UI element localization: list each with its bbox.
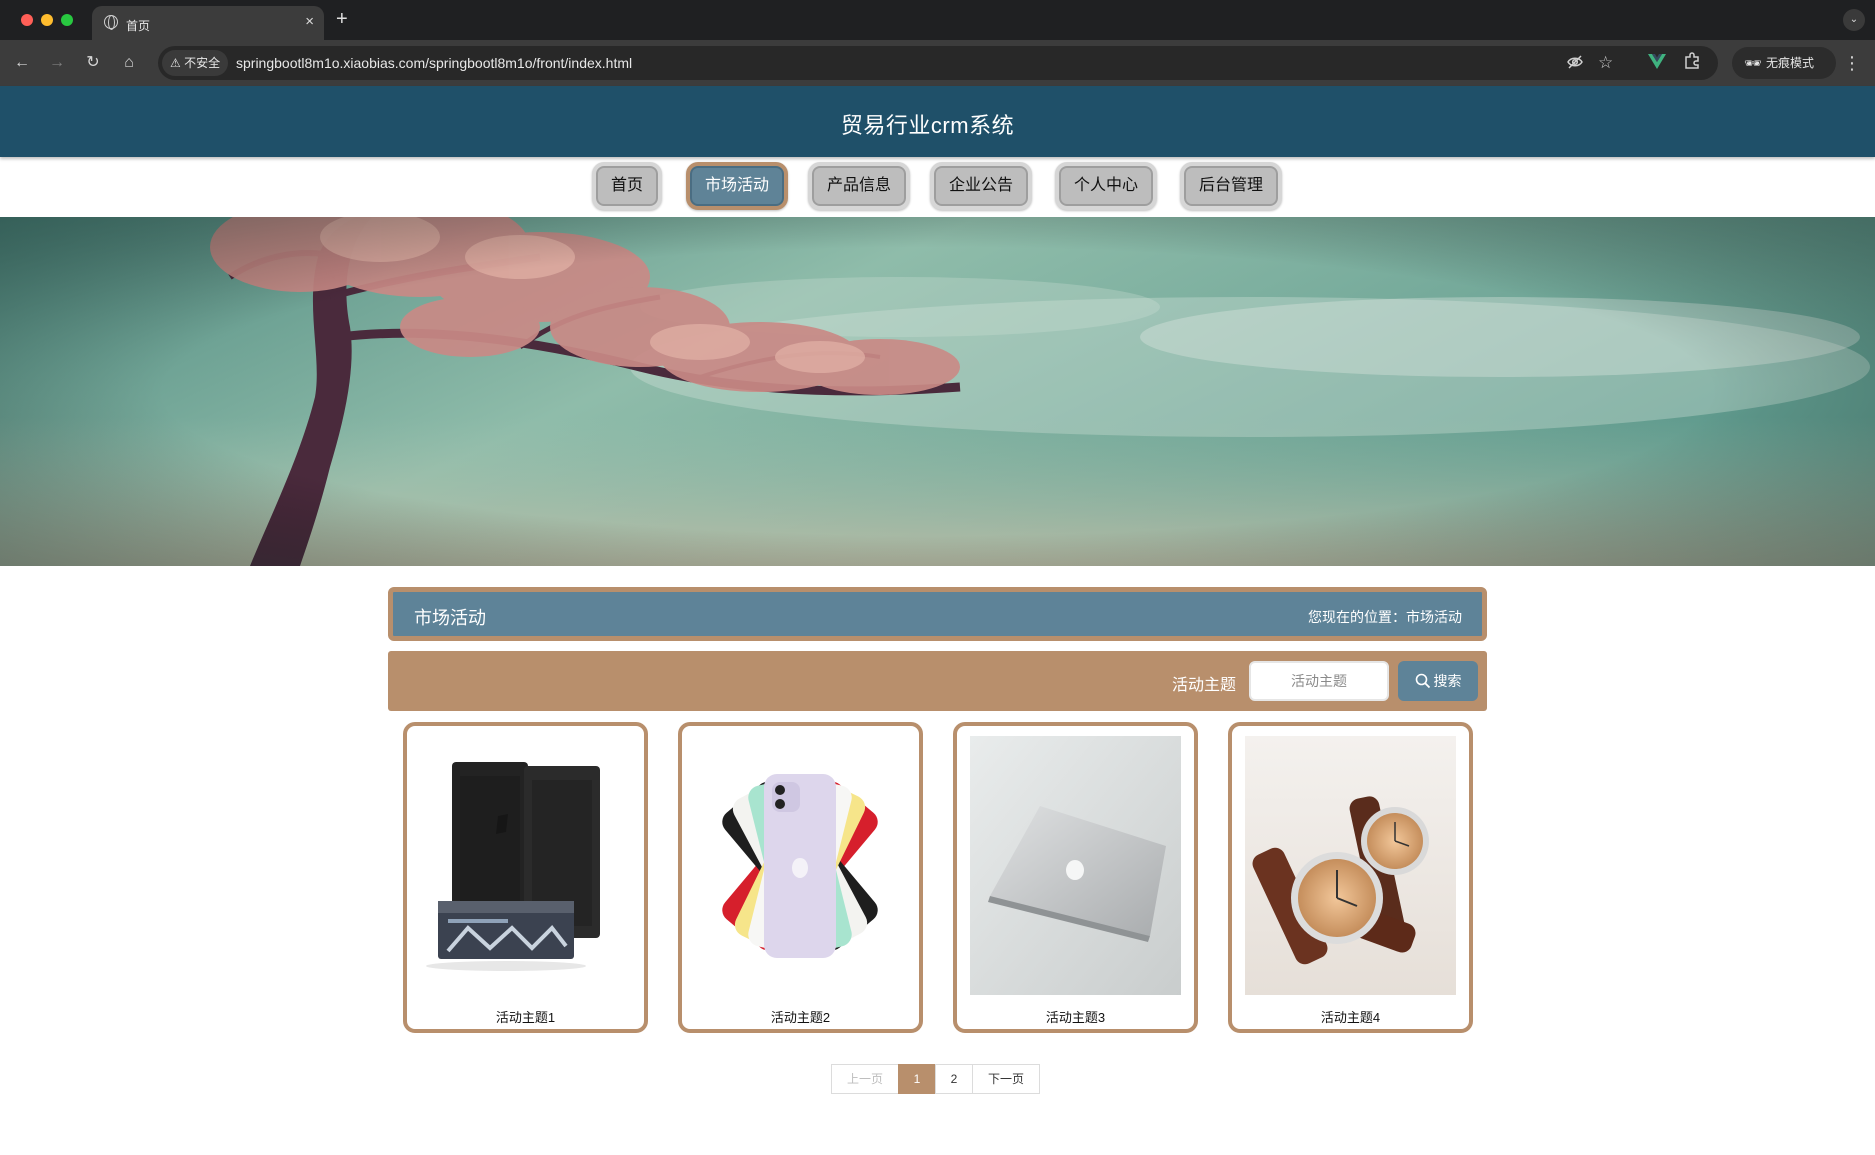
tab-close-icon[interactable]: × [305, 14, 314, 30]
nav-product-info[interactable]: 产品信息 [808, 162, 910, 210]
security-label: 不安全 [184, 56, 221, 70]
nav-admin[interactable]: 后台管理 [1180, 162, 1282, 210]
activity-card[interactable]: 活动主题3 [953, 722, 1198, 1033]
activity-card-title[interactable]: 活动主题3 [957, 1007, 1194, 1026]
incognito-indicator[interactable]: 🕶 无痕模式 [1732, 47, 1836, 79]
search-button[interactable]: 搜索 [1398, 661, 1478, 701]
hero-banner-image [0, 217, 1875, 566]
menu-icon[interactable]: ⋮ [1843, 52, 1861, 74]
address-bar[interactable]: ⚠ 不安全 springbootl8m1o.xiaobias.com/sprin… [158, 46, 1718, 80]
star-icon[interactable]: ☆ [1598, 53, 1613, 73]
security-chip[interactable]: ⚠ 不安全 [162, 50, 229, 76]
page-1-button[interactable]: 1 [898, 1064, 936, 1094]
incognito-label: 无痕模式 [1766, 56, 1815, 70]
macbook-photo[interactable] [970, 736, 1181, 995]
iphone-colors-photo[interactable] [695, 736, 906, 995]
tab-search-icon[interactable]: ⌄ [1843, 9, 1865, 31]
breadcrumb: 您现在的位置：市场活动 [1308, 609, 1462, 625]
activity-card[interactable]: 活动主题2 [678, 722, 923, 1033]
incognito-icon: 🕶 [1744, 55, 1762, 71]
tab-title: 首页 [126, 19, 151, 33]
pagination: 上一页 1 2 下一页 [831, 1064, 1040, 1094]
search-button-label: 搜索 [1433, 673, 1462, 689]
url-text[interactable]: springbootl8m1o.xiaobias.com/springbootl… [236, 55, 632, 71]
activity-card-title[interactable]: 活动主题2 [682, 1007, 919, 1026]
search-label: 活动主题 [1172, 677, 1237, 694]
page-2-button[interactable]: 2 [935, 1064, 973, 1094]
activity-card-title[interactable]: 活动主题4 [1232, 1007, 1469, 1026]
activity-card-title[interactable]: 活动主题1 [407, 1007, 644, 1026]
globe-icon [104, 15, 118, 30]
wristwatches-photo[interactable] [1245, 736, 1456, 995]
nav-personal-center[interactable]: 个人中心 [1055, 162, 1157, 210]
activity-card[interactable]: 活动主题1 [403, 722, 648, 1033]
browser-toolbar: ← → ↻ ⌂ ⚠ 不安全 springbootl8m1o.xiaobias.c… [0, 40, 1875, 86]
nav-home[interactable]: 首页 [592, 162, 662, 210]
section-header: 市场活动 您现在的位置：市场活动 [388, 587, 1487, 641]
prev-page-button[interactable]: 上一页 [831, 1064, 899, 1094]
home-icon[interactable]: ⌂ [118, 52, 140, 74]
reload-icon[interactable]: ↻ [82, 52, 104, 74]
forward-icon[interactable]: → [46, 52, 68, 74]
section-title: 市场活动 [414, 608, 486, 628]
extensions-icon[interactable] [1683, 52, 1701, 77]
search-bar: 活动主题 搜索 [388, 651, 1487, 711]
close-window-button[interactable] [21, 14, 33, 26]
speakers-amplifier-photo[interactable] [420, 736, 631, 995]
new-tab-button[interactable]: + [336, 8, 348, 30]
main-nav: 首页 市场活动 产品信息 企业公告 个人中心 后台管理 [0, 162, 1875, 212]
nav-market-activities[interactable]: 市场活动 [686, 162, 788, 210]
site-title: 贸易行业crm系统 [840, 113, 1015, 138]
eye-off-icon[interactable] [1566, 53, 1584, 77]
warning-icon: ⚠ [170, 56, 181, 70]
nav-announcements[interactable]: 企业公告 [930, 162, 1032, 210]
browser-tab-bar: 首页 × + ⌄ [0, 0, 1875, 40]
vue-devtools-icon[interactable] [1647, 52, 1667, 77]
maximize-window-button[interactable] [61, 14, 73, 26]
next-page-button[interactable]: 下一页 [972, 1064, 1040, 1094]
search-icon [1415, 673, 1430, 689]
back-icon[interactable]: ← [11, 52, 33, 74]
browser-tab[interactable]: 首页 × [92, 6, 324, 40]
minimize-window-button[interactable] [41, 14, 53, 26]
search-input[interactable] [1249, 661, 1389, 701]
activity-card[interactable]: 活动主题4 [1228, 722, 1473, 1033]
site-header: 贸易行业crm系统 [0, 86, 1875, 157]
